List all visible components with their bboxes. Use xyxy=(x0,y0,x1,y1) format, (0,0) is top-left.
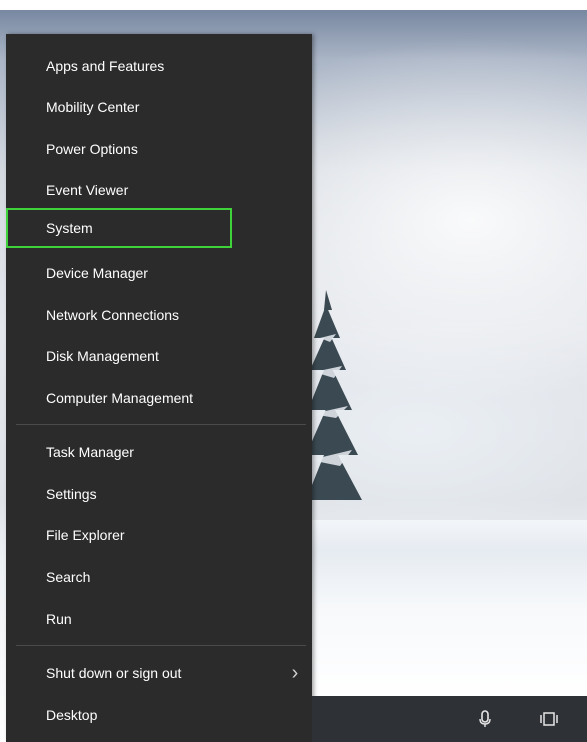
winx-power-user-menu: Apps and Features Mobility Center Power … xyxy=(6,34,312,742)
menu-item-label: Shut down or sign out xyxy=(46,665,182,681)
menu-separator xyxy=(16,645,306,646)
screen-top-edge xyxy=(0,0,587,10)
menu-item-settings[interactable]: Settings xyxy=(6,474,312,514)
menu-item-computer-management[interactable]: Computer Management xyxy=(6,378,312,418)
menu-item-event-viewer[interactable]: Event Viewer xyxy=(6,170,312,210)
menu-separator xyxy=(16,424,306,425)
menu-item-mobility-center[interactable]: Mobility Center xyxy=(6,87,312,127)
menu-item-run[interactable]: Run xyxy=(6,599,312,639)
microphone-icon[interactable] xyxy=(474,708,496,730)
menu-item-device-manager[interactable]: Device Manager xyxy=(6,253,312,293)
menu-item-system[interactable]: System xyxy=(6,208,232,248)
menu-item-power-options[interactable]: Power Options xyxy=(6,129,312,169)
menu-item-apps-and-features[interactable]: Apps and Features xyxy=(6,46,312,86)
menu-item-disk-management[interactable]: Disk Management xyxy=(6,336,312,376)
task-view-icon[interactable] xyxy=(538,708,560,730)
menu-item-network-connections[interactable]: Network Connections xyxy=(6,295,312,335)
snow-field xyxy=(300,520,587,700)
taskbar xyxy=(312,696,587,742)
menu-item-file-explorer[interactable]: File Explorer xyxy=(6,515,312,555)
snowy-tree-image xyxy=(306,290,362,500)
chevron-right-icon: › xyxy=(291,662,299,684)
menu-item-shut-down-or-sign-out[interactable]: Shut down or sign out › xyxy=(6,653,312,693)
menu-item-desktop[interactable]: Desktop xyxy=(6,695,312,735)
menu-item-search[interactable]: Search xyxy=(6,557,312,597)
menu-item-task-manager[interactable]: Task Manager xyxy=(6,432,312,472)
